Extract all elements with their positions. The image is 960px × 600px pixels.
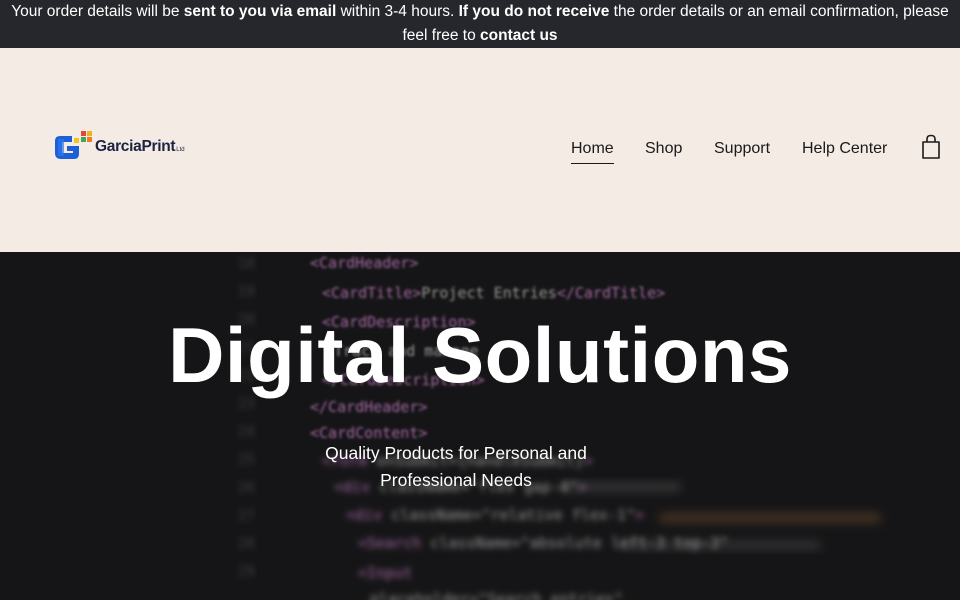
main-nav: Home Shop Support Help Center [0,138,960,164]
nav-support[interactable]: Support [714,138,770,160]
announcement-bar: Your order details will be sent to you v… [0,0,960,48]
nav-help-center[interactable]: Help Center [802,138,887,160]
contact-us-link[interactable]: contact us [480,27,558,44]
site-header: GarciaPrint Ltd Home Shop Support Help C… [0,48,960,252]
shopping-bag-icon[interactable] [920,134,942,160]
announcement-bold-not-receive: If you do not receive [458,3,610,20]
hero-banner: 181920 212223 242526 272829 <CardHeader>… [0,252,960,600]
announcement-text-1: Your order details will be [11,3,184,20]
announcement-bold-email: sent to you via email [183,3,337,20]
nav-home[interactable]: Home [571,138,614,164]
code-background-image: 181920 212223 242526 272829 <CardHeader>… [0,252,960,600]
nav-shop[interactable]: Shop [645,138,682,160]
hero-subtitle: Quality Products for Personal and Profes… [325,443,587,490]
announcement-text-2: within 3-4 hours. [336,3,459,20]
hero-title: Digital Solutions [168,311,792,399]
